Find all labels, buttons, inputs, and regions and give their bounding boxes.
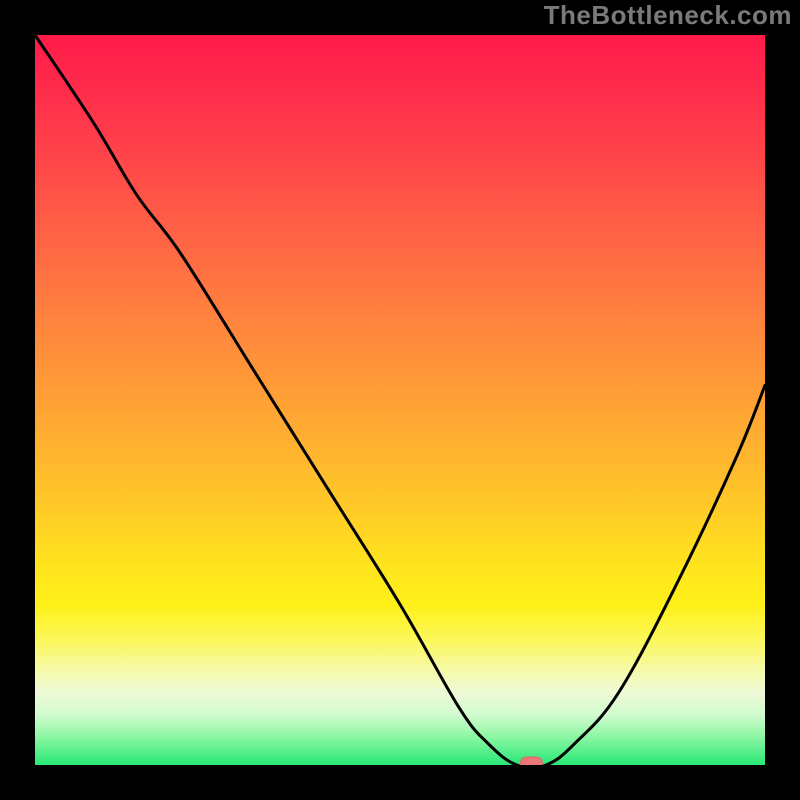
chart-svg bbox=[35, 35, 765, 765]
plot-area bbox=[35, 35, 765, 765]
watermark-text: TheBottleneck.com bbox=[544, 0, 792, 31]
optimum-marker bbox=[520, 757, 542, 765]
chart-container: TheBottleneck.com bbox=[0, 0, 800, 800]
bottleneck-curve bbox=[35, 35, 765, 765]
